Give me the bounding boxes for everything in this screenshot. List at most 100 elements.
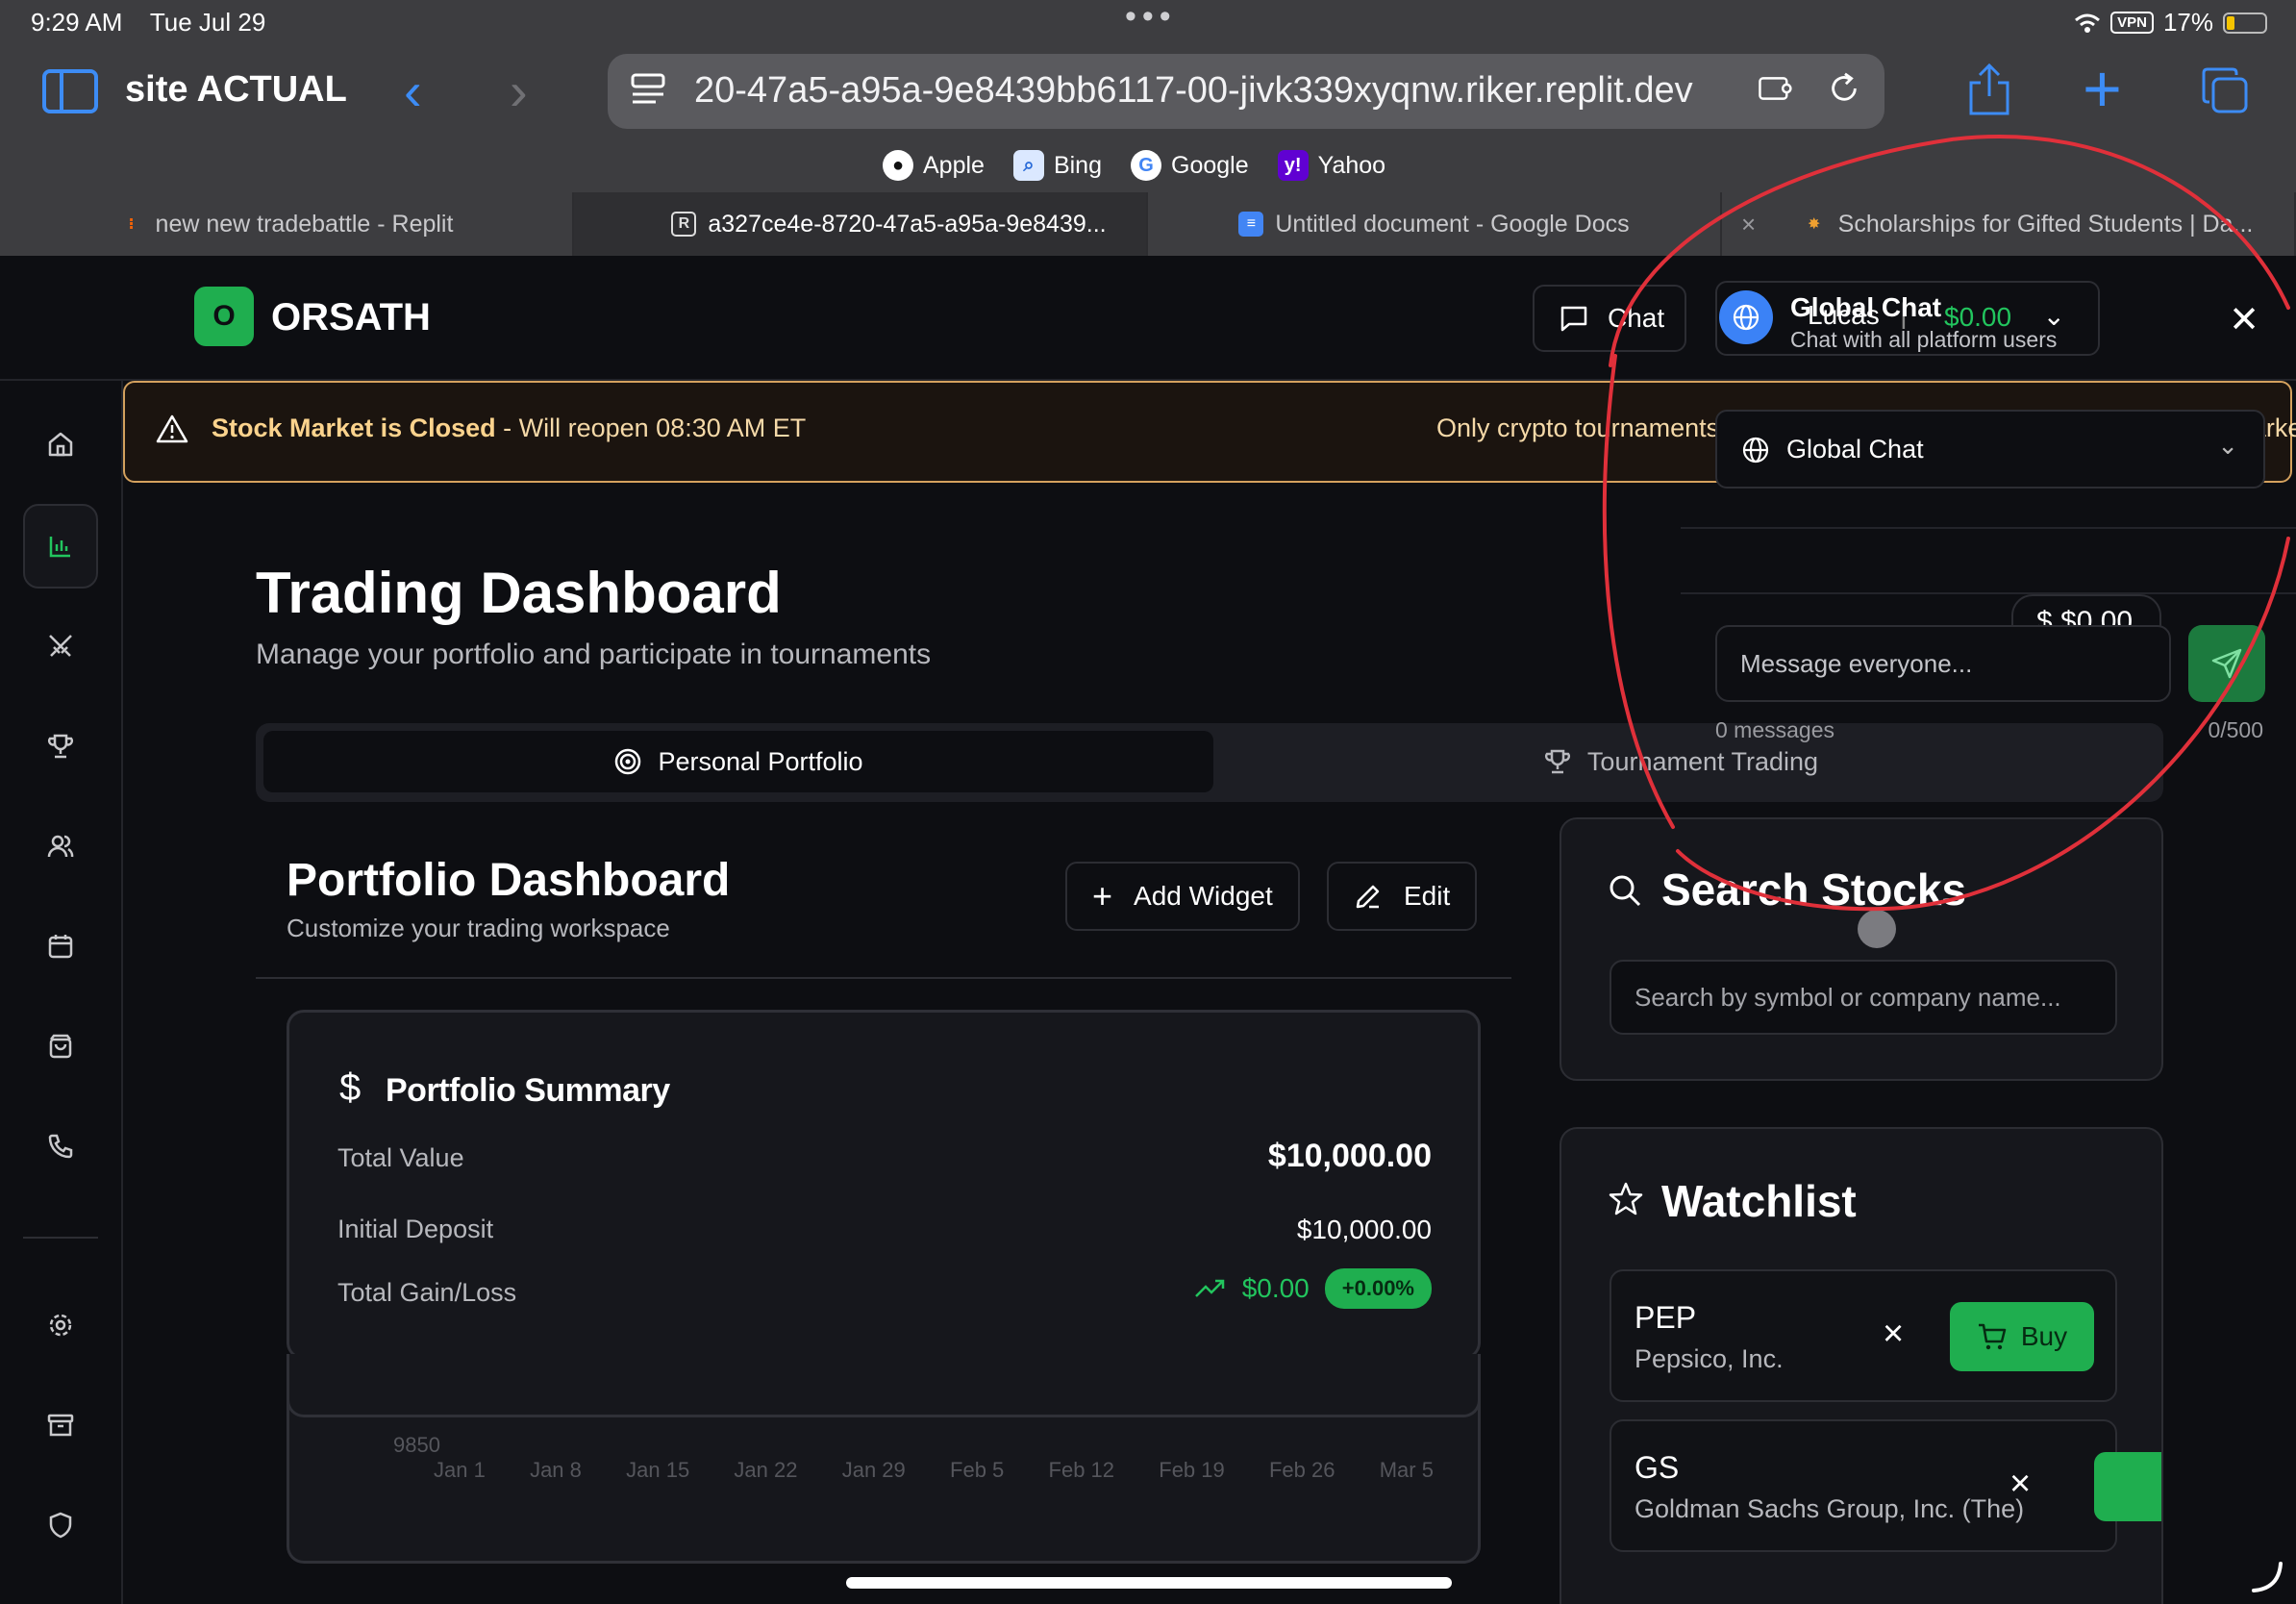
company-name: Goldman Sachs Group, Inc. (The): [1635, 1494, 2025, 1523]
send-button[interactable]: [2188, 625, 2265, 702]
stock-search-input[interactable]: [1610, 960, 2117, 1035]
tab-overview-icon[interactable]: [2202, 67, 2248, 113]
company-name: Pepsico, Inc.: [1635, 1344, 1784, 1373]
share-icon[interactable]: [1967, 63, 2011, 115]
bookmark-google[interactable]: G Google: [1131, 150, 1249, 181]
initial-deposit: $10,000.00: [1296, 1215, 1432, 1244]
portfolio-dashboard-title: Portfolio Dashboard: [287, 855, 731, 906]
close-tab-icon[interactable]: ×: [1741, 210, 1756, 239]
tab-tournament-trading[interactable]: Tournament Trading: [1206, 731, 2156, 792]
watchlist-item[interactable]: GS Goldman Sachs Group, Inc. (The) ×: [1610, 1419, 2161, 1552]
browser-chrome: 9:29 AM Tue Jul 29 ••• VPN 17% site ACTU…: [0, 0, 2296, 256]
status-time-date: 9:29 AM Tue Jul 29: [31, 8, 265, 38]
remove-icon[interactable]: ×: [1883, 1314, 1904, 1355]
reload-icon[interactable]: [1827, 71, 1861, 106]
address-bar[interactable]: 20-47a5-a95a-9e8439bb6117-00-jivk339xyqn…: [608, 54, 1884, 129]
calendar-icon: [48, 935, 73, 959]
edit-label: Edit: [1404, 881, 1451, 911]
tab-personal-portfolio[interactable]: Personal Portfolio: [263, 731, 1213, 792]
add-widget-button[interactable]: + Add Widget: [1065, 862, 1300, 931]
google-docs-icon: ≡: [1238, 212, 1264, 237]
resize-handle-icon[interactable]: [2250, 1560, 2284, 1594]
gain-group: $0.00 +0.00%: [1194, 1268, 1432, 1309]
global-chat-panel: Global Chat Chat with all platform users…: [1681, 256, 2296, 742]
apple-icon: ●: [883, 150, 913, 181]
browser-tab[interactable]: ≡ Untitled document - Google Docs: [1148, 192, 1722, 256]
nav-archive[interactable]: [23, 1383, 98, 1467]
nav-users[interactable]: [23, 804, 98, 889]
browser-tab-active[interactable]: ⊠ R a327ce4e-8720-47a5-a95a-9e8439...: [574, 192, 1148, 256]
chat-title: Global Chat: [1790, 292, 1942, 322]
site-title: site ACTUAL: [125, 69, 347, 110]
bookmark-apple[interactable]: ● Apple: [883, 150, 985, 181]
nav-calendar[interactable]: [23, 904, 98, 989]
gain-amount: $0.00: [1241, 1273, 1310, 1303]
warning-icon: [156, 414, 188, 443]
search-stocks-title: Search Stocks: [1661, 865, 1967, 915]
watchlist-item[interactable]: PEP Pepsico, Inc. × Buy: [1610, 1269, 2117, 1402]
nav-shop[interactable]: [23, 1004, 98, 1089]
star-icon: [1609, 1182, 1643, 1216]
logo-badge[interactable]: O: [194, 287, 254, 346]
remove-icon[interactable]: ×: [2009, 1464, 2031, 1505]
back-icon[interactable]: ‹: [404, 60, 422, 122]
chart-x-tick: Mar 5: [1379, 1458, 1434, 1482]
nav-battles[interactable]: [23, 604, 98, 689]
multitask-dots[interactable]: •••: [1125, 0, 1177, 36]
edit-button[interactable]: Edit: [1327, 862, 1478, 931]
trending-up-icon: [1194, 1279, 1224, 1297]
tab-label: Personal Portfolio: [658, 746, 863, 776]
close-icon[interactable]: ✕: [2229, 298, 2259, 341]
nav-dashboard[interactable]: [23, 504, 98, 589]
add-widget-label: Add Widget: [1134, 881, 1273, 911]
browser-tab[interactable]: × ✸ Scholarships for Gifted Students | D…: [1722, 192, 2296, 256]
divider: [256, 977, 1511, 979]
buy-button[interactable]: [2094, 1452, 2161, 1521]
bookmark-yahoo[interactable]: y! Yahoo: [1277, 150, 1385, 181]
gear-icon: [49, 1314, 72, 1337]
watchlist-card: Watchlist PEP Pepsico, Inc. × Buy GS Gol…: [1560, 1127, 2163, 1604]
chart-x-tick: Feb 12: [1048, 1458, 1115, 1482]
bing-icon: ⌕: [1012, 150, 1044, 181]
chart-x-tick: Feb 5: [950, 1458, 1005, 1482]
bookmark-bing[interactable]: ⌕ Bing: [1012, 150, 1102, 181]
message-icon: [1560, 306, 1587, 332]
page-menu-icon[interactable]: [631, 71, 665, 106]
status-date: Tue Jul 29: [149, 8, 266, 37]
touch-cursor: [1858, 910, 1896, 948]
wifi-icon: [2075, 13, 2101, 33]
chat-message-input[interactable]: [1715, 625, 2171, 702]
sidebar-toggle-icon[interactable]: [42, 69, 98, 113]
new-tab-plus-icon[interactable]: +: [2083, 50, 2122, 127]
nav-home[interactable]: [23, 402, 98, 487]
watchlist-title: Watchlist: [1661, 1176, 1857, 1226]
favorites-bar: ● Apple ⌕ Bing G Google y! Yahoo: [883, 150, 1385, 181]
vpn-badge: VPN: [2110, 12, 2154, 34]
bar-chart-icon: [49, 537, 70, 558]
nav-contact[interactable]: [23, 1104, 98, 1189]
status-right: VPN 17%: [2074, 8, 2267, 38]
url-text[interactable]: 20-47a5-a95a-9e8439bb6117-00-jivk339xyqn…: [694, 70, 1693, 112]
chat-header: Global Chat Chat with all platform users…: [1681, 256, 2296, 381]
nav-settings[interactable]: [23, 1283, 98, 1367]
search-stocks-card: Search Stocks: [1560, 817, 2163, 1081]
buy-button[interactable]: Buy: [1950, 1302, 2094, 1371]
character-limit: 0/500: [2208, 717, 2263, 742]
portfolio-dashboard-subtitle: Customize your trading workspace: [287, 914, 670, 942]
replit-icon: ⁝: [128, 216, 135, 233]
forward-icon[interactable]: ›: [510, 60, 528, 122]
chat-button[interactable]: Chat: [1533, 285, 1686, 352]
banner-rest: - Will reopen 08:30 AM ET: [495, 414, 807, 442]
nav-security[interactable]: [23, 1483, 98, 1567]
chat-channel-select[interactable]: Global Chat ⌄: [1715, 410, 2265, 489]
banner-strong: Stock Market is Closed: [212, 414, 496, 442]
extension-icon[interactable]: [1758, 71, 1792, 106]
divider: [1681, 592, 2296, 594]
battery-icon: [2223, 12, 2267, 34]
logo-text[interactable]: ORSATH: [271, 296, 431, 339]
home-indicator[interactable]: [846, 1577, 1452, 1589]
browser-tab[interactable]: ⁝ new new tradebattle - Replit: [0, 192, 574, 256]
tab-label: new new tradebattle - Replit: [155, 210, 454, 238]
tab-label: Tournament Trading: [1586, 746, 1819, 776]
nav-tournaments[interactable]: [23, 704, 98, 789]
